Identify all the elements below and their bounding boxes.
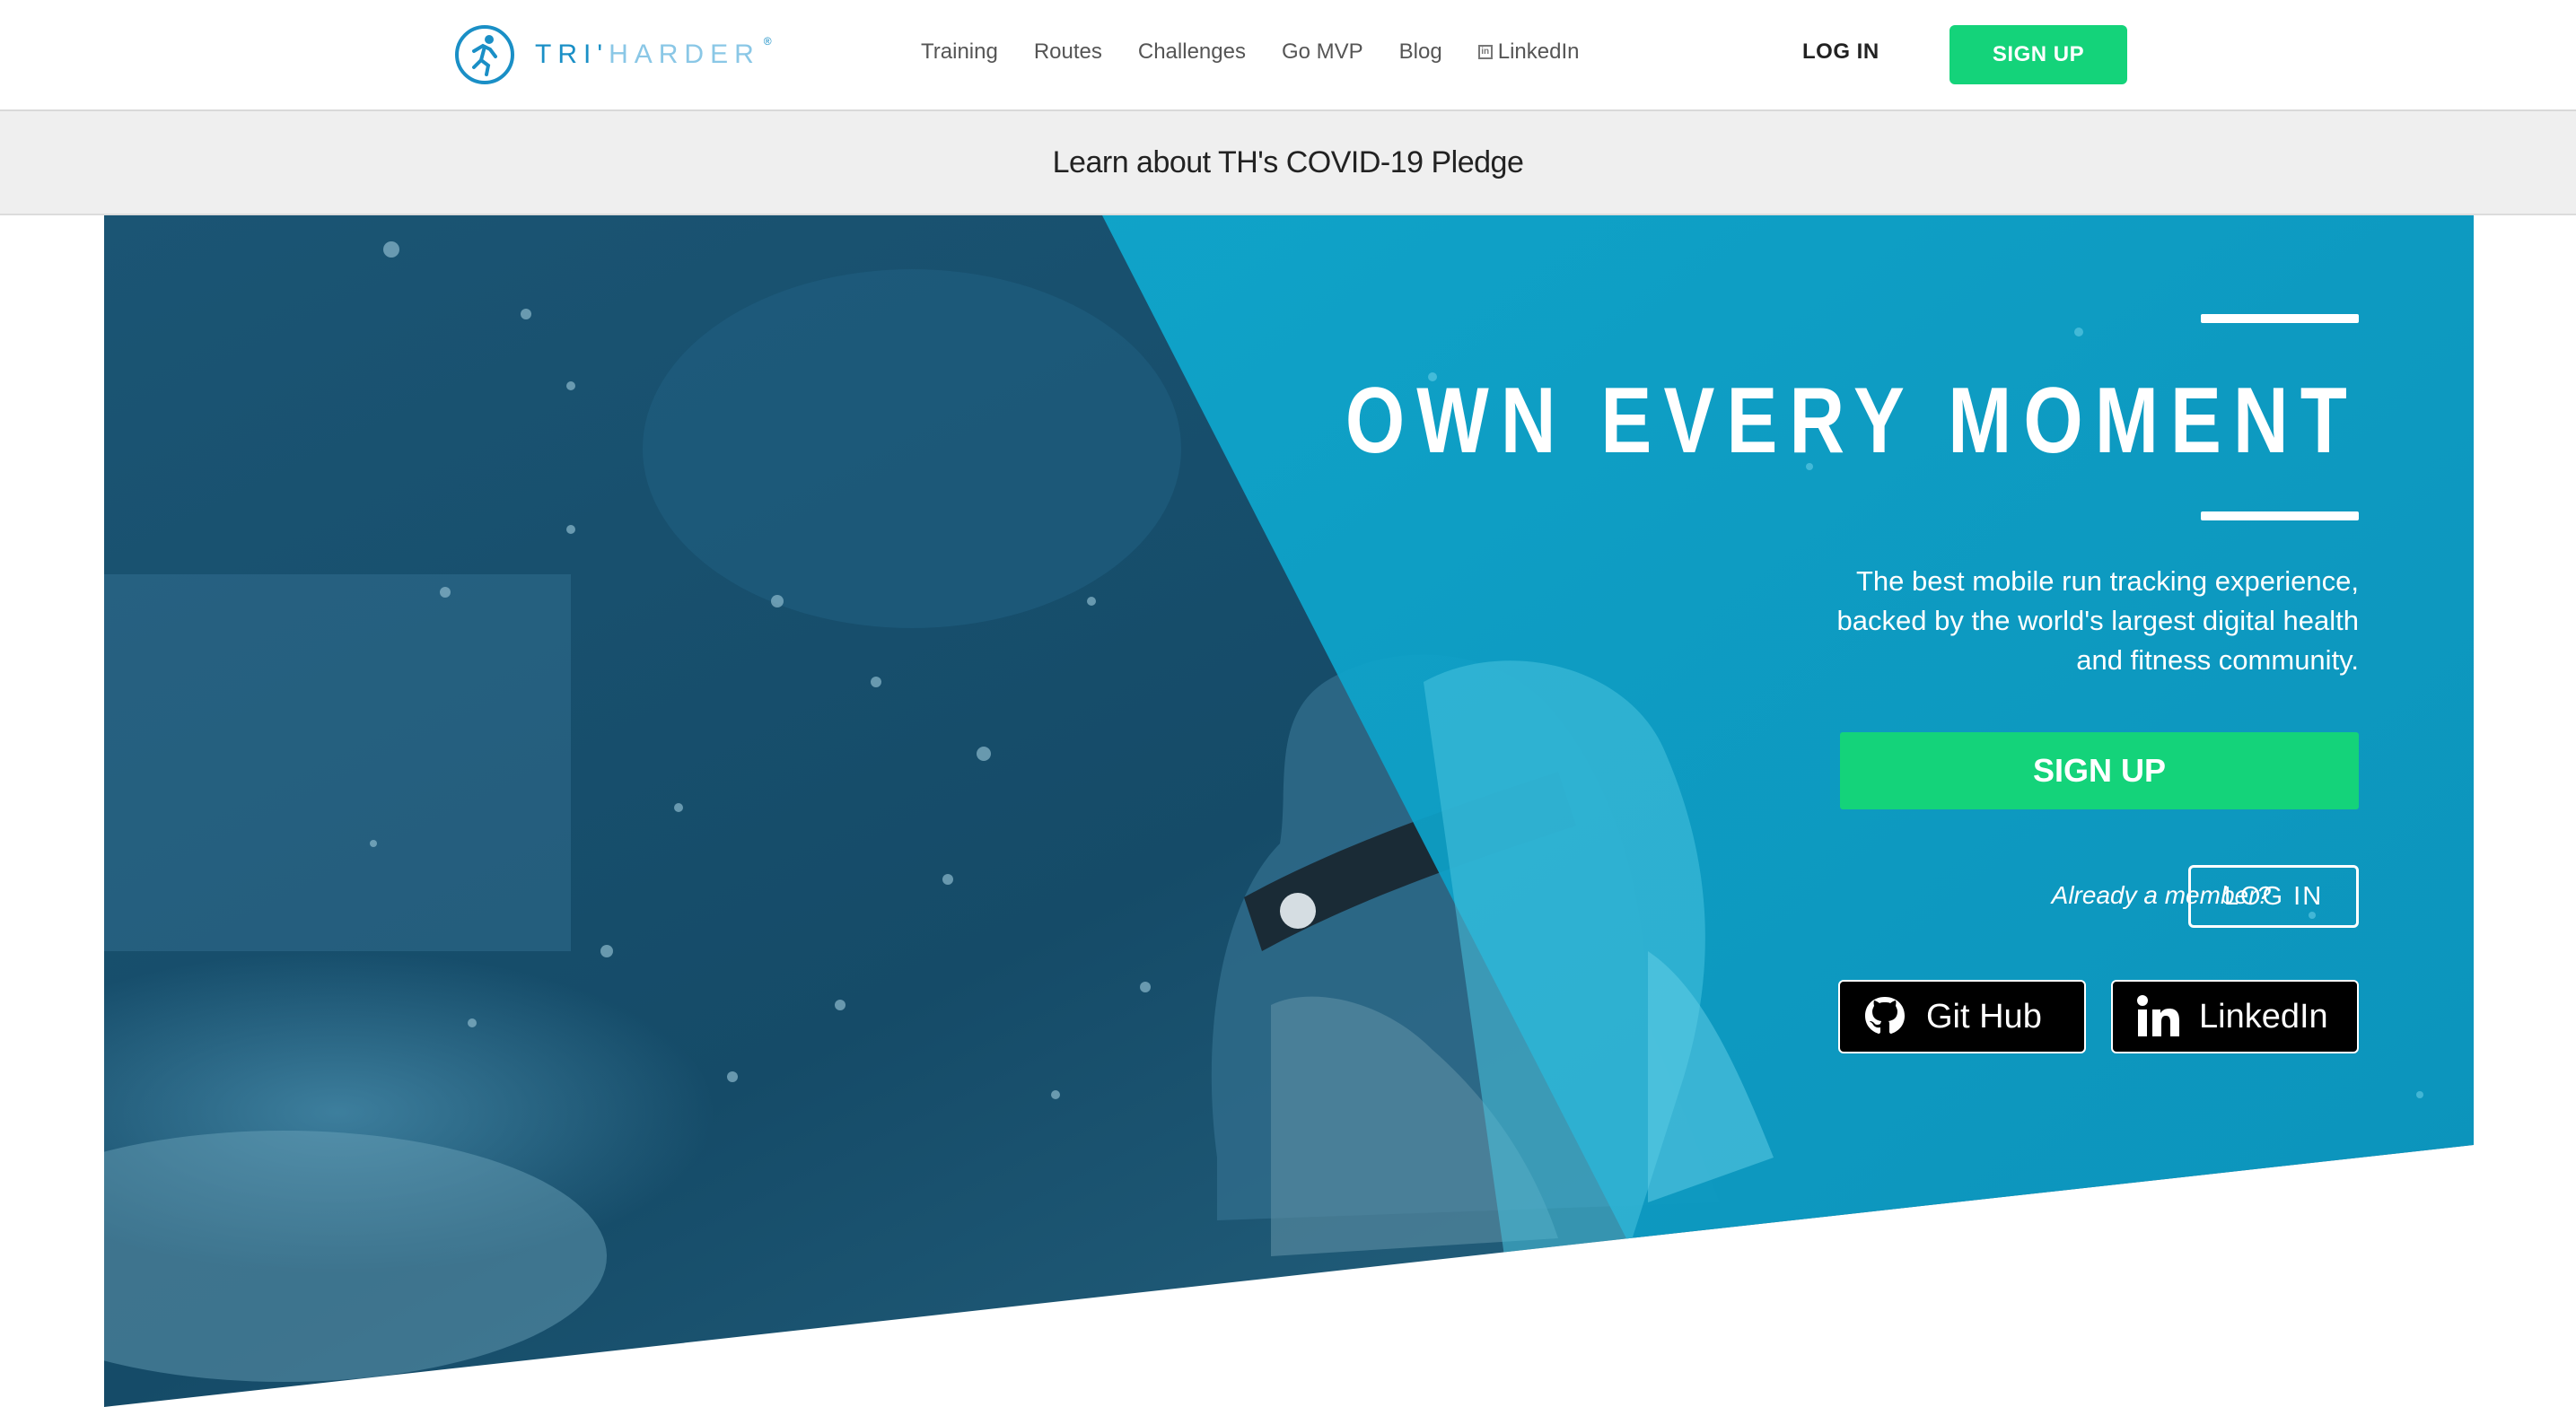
hero-signup-button[interactable]: SIGN UP xyxy=(1840,732,2359,809)
github-icon xyxy=(1865,997,1905,1034)
brand-name-primary: TRI' xyxy=(535,39,609,69)
linkedin-button[interactable]: LinkedIn xyxy=(2111,980,2359,1053)
nav-routes[interactable]: Routes xyxy=(1034,39,1102,65)
brand-logo[interactable]: TRI'HARDER ® xyxy=(454,23,775,86)
nav-linkedin[interactable]: in LinkedIn xyxy=(1477,39,1580,65)
runner-logo-icon xyxy=(455,25,514,84)
github-label: Git Hub xyxy=(1926,997,2042,1036)
hero-section: OWN EVERY MOMENT The best mobile run tra… xyxy=(104,215,2474,1407)
linkedin-icon xyxy=(2137,995,2179,1036)
banner-text: Learn about TH's COVID-19 Pledge xyxy=(1052,144,1524,179)
top-navigation-bar: TRI'HARDER ® Training Routes Challenges G… xyxy=(0,0,2576,111)
linkedin-mini-icon: in xyxy=(1477,45,1493,59)
registered-mark: ® xyxy=(763,35,778,48)
linkedin-label: LinkedIn xyxy=(2199,997,2328,1036)
nav-linkedin-label: LinkedIn xyxy=(1497,39,1580,64)
covid-pledge-banner[interactable]: Learn about TH's COVID-19 Pledge xyxy=(0,111,2576,215)
brand-name: TRI'HARDER ® xyxy=(535,35,775,70)
hero-login-button[interactable]: LOG IN xyxy=(2188,865,2359,928)
header-login-link[interactable]: LOG IN xyxy=(1802,39,1879,65)
nav-blog[interactable]: Blog xyxy=(1399,39,1442,65)
main-nav: Training Routes Challenges Go MVP Blog i… xyxy=(921,39,1615,65)
github-button[interactable]: Git Hub xyxy=(1838,980,2086,1053)
title-divider-bottom xyxy=(2201,511,2359,520)
nav-training[interactable]: Training xyxy=(921,39,998,65)
hero-title: OWN EVERY MOMENT xyxy=(1345,369,2359,473)
brand-name-secondary: HARDER xyxy=(609,39,760,69)
title-divider-top xyxy=(2201,314,2359,323)
nav-go-mvp[interactable]: Go MVP xyxy=(1282,39,1363,65)
hero-description: The best mobile run tracking experience,… xyxy=(1836,565,2359,676)
header-signup-button[interactable]: SIGN UP xyxy=(1950,25,2127,84)
nav-challenges[interactable]: Challenges xyxy=(1138,39,1246,65)
